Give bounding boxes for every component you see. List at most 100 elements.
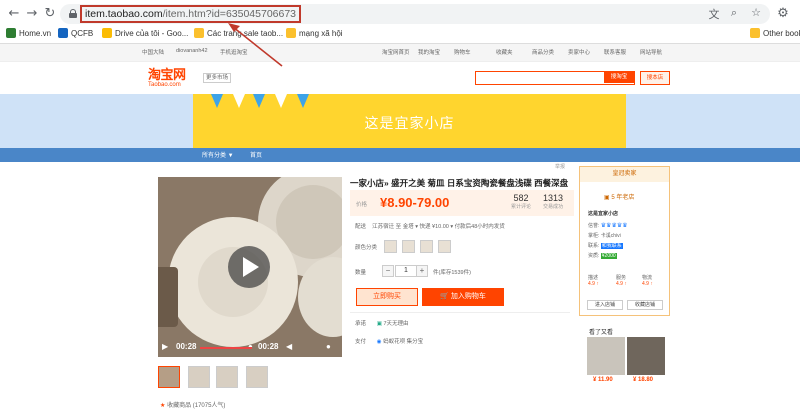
shop-navbar: 所有分类 ▼ 首页 xyxy=(0,148,800,162)
rating-service: 服务 4.9 ↑ xyxy=(616,275,627,287)
address-bar[interactable]: item.taobao.com/item.htm?id=635045706673… xyxy=(60,4,770,24)
sales-stat: 1313 交易成功 xyxy=(542,193,564,210)
play-small-icon[interactable]: ▶ xyxy=(162,342,168,351)
favorite-item[interactable]: ★ 收藏商品 (17075人气) xyxy=(160,400,225,409)
recommended-item-price: ¥ 18.80 xyxy=(633,377,654,383)
categories-link[interactable]: 商品分类 xyxy=(532,48,554,56)
more-markets-button[interactable]: 更多市场 xyxy=(203,73,232,83)
taobao-header: 淘宝网 Taobao.com 更多市场 搜淘宝 搜本店 xyxy=(0,62,800,94)
bookmark-sale[interactable]: Các trang sale taob... xyxy=(194,27,283,41)
site-nav-link[interactable]: 网站导航 xyxy=(640,48,662,56)
color-option[interactable] xyxy=(420,240,433,253)
see-also-panel: 看了又看 ¥ 11.90 ¥ 18.80 xyxy=(579,323,670,393)
thumbnail[interactable] xyxy=(158,366,180,388)
search-input[interactable]: 搜淘宝 xyxy=(475,71,635,85)
user-link[interactable]: diovananh42 xyxy=(176,48,208,54)
color-option[interactable] xyxy=(384,240,397,253)
home-link[interactable]: 淘宝网首页 xyxy=(382,48,410,56)
thumbnail[interactable] xyxy=(216,366,238,388)
cart-link[interactable]: 购物车 xyxy=(454,48,471,56)
seller-level: 皇冠卖家 xyxy=(580,167,669,182)
shop-banner: 这是宜家小店 xyxy=(0,94,800,148)
browser-nav-row: ← → ↻ item.taobao.com/item.htm?id=635045… xyxy=(0,3,800,25)
seller-card: 皇冠卖家 ▣ 5 年老店 这是宜家小店 信誉: ♛♛♛♛♛ 掌柜: 卡溪chiv… xyxy=(579,166,670,316)
price-panel: 价格 ¥8.90-79.00 582 累计评论 1313 交易成功 xyxy=(350,190,574,216)
contact-button[interactable]: 和我联系 xyxy=(600,243,623,249)
play-button[interactable] xyxy=(228,246,270,288)
banner-title: 这是宜家小店 xyxy=(364,115,455,131)
recommended-item-image[interactable] xyxy=(587,337,625,375)
folder-icon xyxy=(194,28,204,38)
support-link[interactable]: 联系客服 xyxy=(604,48,626,56)
qty-decrease-button[interactable]: − xyxy=(382,265,394,277)
product-price: ¥8.90-79.00 xyxy=(380,195,450,210)
url-highlight[interactable]: item.taobao.com/item.htm?id=635045706673 xyxy=(80,5,302,23)
rating-logistics: 物流 4.9 ↑ xyxy=(642,275,653,287)
volume-icon[interactable]: ◀ xyxy=(286,342,292,351)
taobao-logo[interactable]: 淘宝网 Taobao.com xyxy=(148,68,194,90)
site-icon xyxy=(58,28,68,38)
bookmark-star-icon[interactable]: ☆ xyxy=(748,6,764,19)
shipping-row: 配送 江苏宿迁 至 金塔 ▾ 快递 ¥10.00 ▾ 付款后48小时内发货 xyxy=(355,224,505,230)
star-icon: ★ xyxy=(160,403,166,409)
shipping-selector[interactable]: 江苏宿迁 至 金塔 ▾ 快递 ¥10.00 ▾ 付款后48小时内发货 xyxy=(372,224,505,230)
search-taobao-button[interactable]: 搜淘宝 xyxy=(604,72,634,83)
mytaobao-link[interactable]: 我的淘宝 xyxy=(418,48,440,56)
recommended-item-image[interactable] xyxy=(627,337,665,375)
play-icon xyxy=(243,257,259,277)
keeper-row: 掌柜: 卡溪chivi xyxy=(588,233,621,239)
video-progress-bar[interactable] xyxy=(200,347,252,349)
mobile-link[interactable]: 手机逛淘宝 xyxy=(220,48,248,56)
bookmark-social[interactable]: mạng xã hội xyxy=(286,27,343,41)
reload-icon[interactable]: ↻ xyxy=(42,6,58,22)
see-also-title: 看了又看 xyxy=(589,330,614,336)
promise-row: 承诺 ▣ 7天无理由 xyxy=(355,321,409,327)
color-option[interactable] xyxy=(402,240,415,253)
color-option[interactable] xyxy=(438,240,451,253)
bookmark-other[interactable]: Other book xyxy=(750,27,800,41)
bookmark-drive[interactable]: Drive của tôi - Goo... xyxy=(102,27,188,41)
add-to-cart-button[interactable]: 🛒 加入购物车 xyxy=(422,288,504,306)
buy-now-button[interactable]: 立即购买 xyxy=(356,288,418,306)
shop-age: ▣ 5 年老店 xyxy=(604,195,635,201)
qty-increase-button[interactable]: + xyxy=(416,265,428,277)
quantity-input[interactable]: 1 xyxy=(395,265,417,277)
banner-image: 这是宜家小店 xyxy=(193,94,626,148)
enter-shop-button[interactable]: 进入店铺 xyxy=(587,300,623,310)
current-time: 00:28 xyxy=(176,342,197,351)
search-shop-button[interactable]: 搜本店 xyxy=(640,71,670,85)
translate-icon[interactable]: 文 xyxy=(706,6,722,22)
stock-text: 件(库存1539件) xyxy=(433,270,471,276)
folder-icon xyxy=(286,28,296,38)
nav-all-categories[interactable]: 所有分类 ▼ xyxy=(202,150,234,159)
forward-icon[interactable]: → xyxy=(24,6,40,22)
promise-icon: ▣ xyxy=(376,321,382,327)
back-icon[interactable]: ← xyxy=(6,6,22,22)
favorite-shop-button[interactable]: 收藏店铺 xyxy=(627,300,663,310)
reviews-stat[interactable]: 582 累计评论 xyxy=(506,193,536,210)
favorites-link[interactable]: 收藏夹 xyxy=(496,48,513,56)
bookmark-qcfb[interactable]: QCFB xyxy=(58,27,93,41)
fullscreen-icon[interactable]: ● xyxy=(326,342,331,351)
drive-icon xyxy=(102,28,112,38)
taobao-topbar: 中国大陆 diovananh42 手机逛淘宝 淘宝网首页 我的淘宝 购物车 收藏… xyxy=(0,44,800,62)
seller-center-link[interactable]: 卖家中心 xyxy=(568,48,590,56)
thumbnail-strip xyxy=(158,366,278,390)
folder-icon xyxy=(750,28,760,38)
thumbnail[interactable] xyxy=(188,366,210,388)
bookmark-home[interactable]: Home.vn xyxy=(6,27,51,41)
nav-home[interactable]: 首页 xyxy=(250,150,262,159)
url-host: item.taobao.com xyxy=(85,8,163,20)
extensions-icon[interactable]: ⚙ xyxy=(775,6,791,22)
report-link[interactable]: 举报 xyxy=(555,163,565,170)
duration-time: 00:28 xyxy=(258,342,279,351)
payment-row: 支付 ◉ 蚂蚁花呗 集分宝 xyxy=(355,339,424,345)
shop-name[interactable]: 这是宜家小店 xyxy=(588,210,618,217)
zoom-icon[interactable]: ⌕ xyxy=(726,6,742,20)
region-link[interactable]: 中国大陆 xyxy=(142,48,164,56)
bookmarks-bar: Home.vn QCFB Drive của tôi - Goo... Các … xyxy=(0,25,800,43)
crown-icon: ♛♛♛♛♛ xyxy=(600,223,628,229)
huabei-icon: ◉ xyxy=(376,339,382,345)
medal-icon: ▣ xyxy=(604,195,610,201)
thumbnail[interactable] xyxy=(246,366,268,388)
